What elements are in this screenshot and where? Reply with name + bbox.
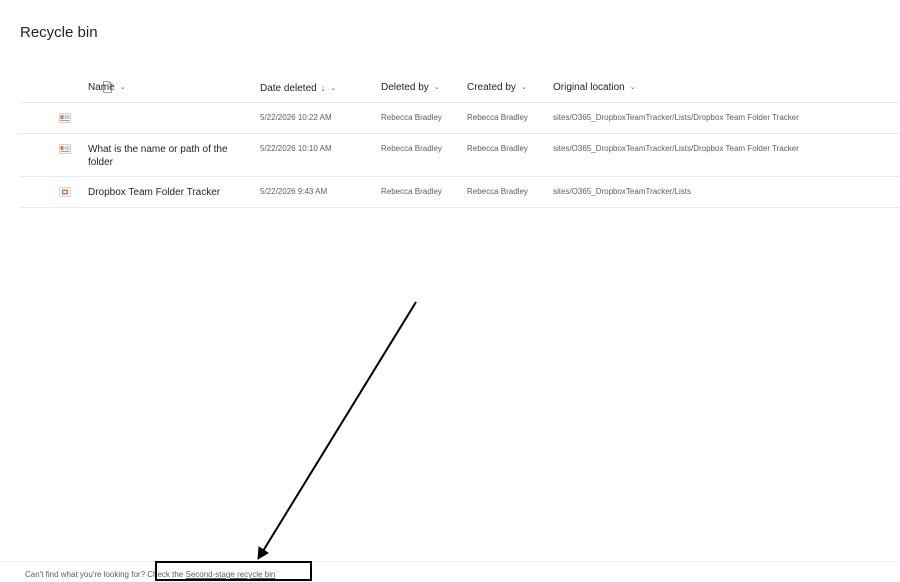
- chevron-down-icon: ⌄: [520, 84, 527, 91]
- column-header-date-deleted-label: Date deleted: [260, 83, 317, 94]
- row-original-location: sites/O365_DropboxTeamTracker/Lists: [553, 187, 691, 196]
- column-header-deleted-by[interactable]: Deleted by ⌄: [381, 73, 440, 104]
- list-icon: [59, 187, 71, 197]
- chevron-down-icon: ⌄: [629, 84, 636, 91]
- list-item-icon: [59, 144, 71, 154]
- page-title: Recycle bin: [20, 24, 98, 41]
- footer: Can't find what you're looking for? Chec…: [0, 561, 900, 582]
- column-header-created-by-label: Created by: [467, 82, 516, 93]
- row-created-by: Rebecca Bradley: [467, 144, 528, 153]
- row-date-deleted: 5/22/2026 9:43 AM: [260, 187, 328, 196]
- column-header-date-deleted[interactable]: Date deleted ↓ ⌄: [260, 73, 336, 105]
- row-deleted-by: Rebecca Bradley: [381, 187, 442, 196]
- row-created-by: Rebecca Bradley: [467, 187, 528, 196]
- chevron-down-icon: ⌄: [433, 84, 440, 91]
- table-row[interactable]: 5/22/2026 10:22 AM Rebecca Bradley Rebec…: [18, 103, 900, 134]
- column-header-deleted-by-label: Deleted by: [381, 82, 429, 93]
- footer-prompt: Can't find what you're looking for?: [25, 570, 146, 579]
- row-deleted-by: Rebecca Bradley: [381, 113, 442, 122]
- table-row[interactable]: Dropbox Team Folder Tracker 5/22/2026 9:…: [18, 177, 900, 208]
- annotation-highlight-box: [155, 561, 312, 581]
- recycle-bin-table: Name ⌄ Date deleted ↓ ⌄ Deleted by ⌄ Created…: [18, 73, 900, 208]
- row-date-deleted: 5/22/2026 10:10 AM: [260, 144, 332, 153]
- row-name[interactable]: Dropbox Team Folder Tracker: [88, 186, 248, 199]
- column-header-name[interactable]: Name ⌄: [88, 73, 126, 104]
- column-header-created-by[interactable]: Created by ⌄: [467, 73, 527, 104]
- chevron-down-icon: ⌄: [119, 84, 126, 91]
- chevron-down-icon: ⌄: [330, 85, 337, 92]
- row-original-location: sites/O365_DropboxTeamTracker/Lists/Drop…: [553, 144, 799, 153]
- row-deleted-by: Rebecca Bradley: [381, 144, 442, 153]
- table-header-row: Name ⌄ Date deleted ↓ ⌄ Deleted by ⌄ Created…: [18, 73, 900, 103]
- row-created-by: Rebecca Bradley: [467, 113, 528, 122]
- list-item-icon: [59, 113, 71, 123]
- sort-descending-icon: ↓: [320, 83, 326, 93]
- row-date-deleted: 5/22/2026 10:22 AM: [260, 113, 332, 122]
- column-header-original-location[interactable]: Original location ⌄: [553, 73, 636, 104]
- column-header-original-location-label: Original location: [553, 82, 625, 93]
- column-header-name-label: Name: [88, 82, 115, 93]
- row-original-location: sites/O365_DropboxTeamTracker/Lists/Drop…: [553, 113, 799, 122]
- table-row[interactable]: What is the name or path of the folder 5…: [18, 134, 900, 177]
- row-name[interactable]: What is the name or path of the folder: [88, 143, 248, 169]
